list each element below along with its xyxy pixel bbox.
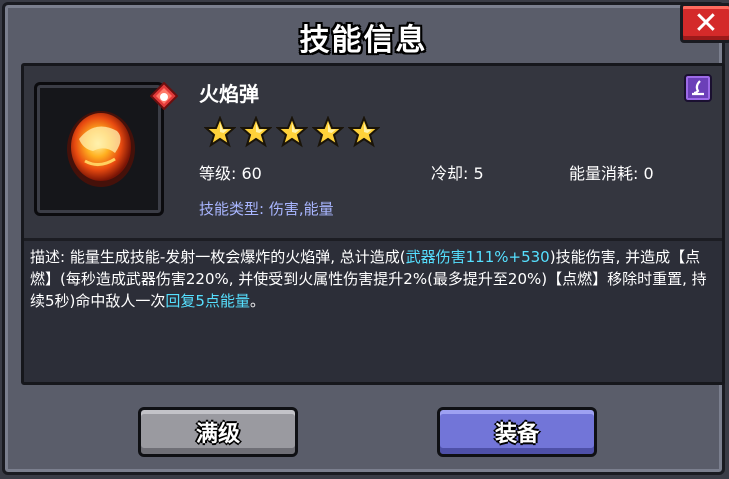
spell-glyph-icon xyxy=(692,80,704,96)
desc-text-1: 描述: 能量生成技能-发射一枚会爆炸的火焰弹, 总计造成( xyxy=(30,248,406,266)
skill-name: 火焰弹 xyxy=(199,82,259,106)
star-icon xyxy=(204,116,236,148)
skill-info-dialog: 技能信息 火焰弹 等级: 60 冷却: 5 能量消耗: 0 技能类型: 伤害,能… xyxy=(2,2,729,475)
purple-spell-icon xyxy=(684,74,712,102)
skill-type: 技能类型: 伤害,能量 xyxy=(199,200,334,218)
star-icon xyxy=(240,116,272,148)
max-level-button[interactable]: 满级 xyxy=(138,407,298,457)
star-icon xyxy=(348,116,380,148)
skill-icon-frame xyxy=(34,82,164,216)
fire-element-icon xyxy=(150,82,178,110)
skill-description: 描述: 能量生成技能-发射一枚会爆炸的火焰弹, 总计造成(武器伤害111%+53… xyxy=(30,246,710,312)
desc-text-3: 。 xyxy=(249,292,265,310)
star-icon xyxy=(276,116,308,148)
skill-level: 等级: 60 xyxy=(199,164,262,183)
desc-highlight-damage: 武器伤害111%+530 xyxy=(405,248,550,266)
fireball-icon xyxy=(67,111,135,187)
skill-energy-cost: 能量消耗: 0 xyxy=(569,164,654,183)
skill-header-area: 火焰弹 等级: 60 冷却: 5 能量消耗: 0 技能类型: 伤害,能量 xyxy=(24,66,722,238)
section-divider xyxy=(24,238,722,241)
equip-button[interactable]: 装备 xyxy=(437,407,597,457)
skill-stars xyxy=(204,116,380,148)
dialog-title: 技能信息 xyxy=(299,23,428,58)
close-button[interactable]: ✕ xyxy=(680,3,729,43)
desc-highlight-energy: 回复5点能量 xyxy=(165,292,250,310)
skill-detail-panel: 火焰弹 等级: 60 冷却: 5 能量消耗: 0 技能类型: 伤害,能量 描述:… xyxy=(21,63,725,385)
star-icon xyxy=(312,116,344,148)
skill-cooldown: 冷却: 5 xyxy=(431,164,484,183)
